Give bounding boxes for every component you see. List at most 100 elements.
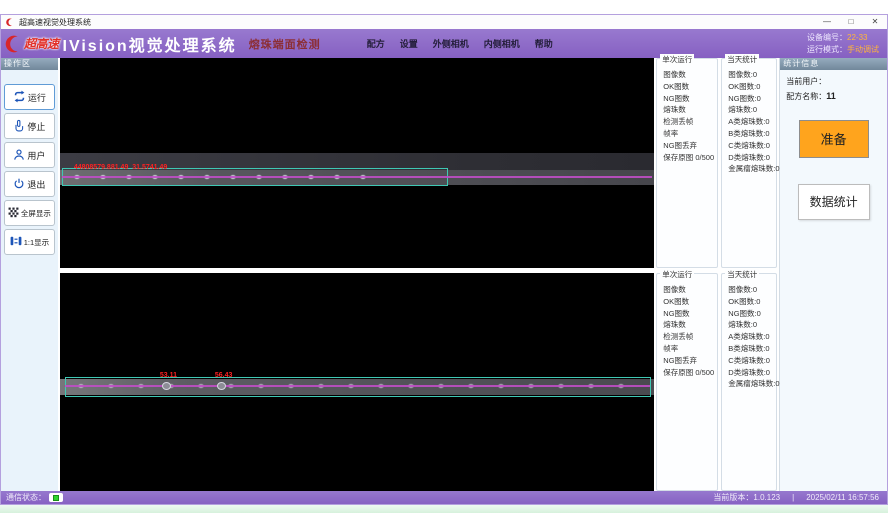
stat-row: 保存原图 0/500 [663, 367, 717, 379]
brand-logo: 超高速 [5, 34, 59, 54]
app-subtitle: 熔珠端面检测 [249, 36, 321, 52]
menu-item-outer-camera[interactable]: 外侧相机 [433, 37, 469, 50]
window-title: 超高速视觉处理系统 [19, 17, 91, 28]
comm-status-indicator [49, 493, 63, 502]
single-run-groupbox: 单次运行图像数OK图数NG图数熔珠数检测丢帧帧率NG图丢弃保存原图 0/500 [656, 273, 718, 491]
stat-row: C类熔珠数:0 [728, 355, 776, 367]
stats-group-camera-1: 单次运行图像数OK图数NG图数熔珠数检测丢帧帧率NG图丢弃保存原图 0/500当… [656, 58, 777, 268]
statusbar-datetime: 2025/02/11 16:57:56 [806, 493, 879, 502]
menu-item-settings[interactable]: 设置 [400, 37, 418, 50]
exit-button[interactable]: 退出 [4, 171, 55, 197]
stat-row: B类熔珠数:0 [728, 343, 776, 355]
sidebar-title: 操作区 [1, 58, 58, 70]
measurement-annotation: 56.43 [215, 372, 233, 379]
stat-row: B类熔珠数:0 [728, 128, 776, 140]
stat-row: A类熔珠数:0 [728, 116, 776, 128]
sidebar-buttons: 运行停止用户退出全屏显示 1:1显示 [1, 70, 58, 255]
run-mode-value: 手动调试 [847, 45, 879, 54]
window-controls: — □ ✕ [815, 15, 887, 29]
stat-row: 熔珠数 [663, 104, 717, 116]
run-mode-label: 运行模式： [807, 45, 847, 54]
info-panel-body: 当前用户： 配方名称：11 准备 数据统计 [780, 70, 887, 225]
device-number-value: 22-33 [847, 33, 867, 42]
stat-row: 保存原图 0/500 [663, 152, 717, 164]
detection-baseline [62, 176, 652, 178]
outer-camera-view[interactable]: 44808579.881.49 31.5741.49 [60, 58, 654, 268]
stat-row: 帧率 [663, 128, 717, 140]
stat-row: 帧率 [663, 343, 717, 355]
stat-row: D类熔珠数:0 [728, 152, 776, 164]
stat-row: NG图数 [663, 93, 717, 105]
taskbar-strip [0, 504, 888, 513]
version-value: 1.0.123 [753, 493, 780, 502]
button-label: 停止 [27, 120, 45, 133]
measurement-annotation: 53.11 [160, 372, 177, 379]
current-user-label: 当前用户： [786, 77, 826, 86]
stats-column: 单次运行图像数OK图数NG图数熔珠数检测丢帧帧率NG图丢弃保存原图 0/500当… [654, 58, 779, 491]
stat-row: D类熔珠数:0 [728, 367, 776, 379]
stat-row: 检测丢帧 [663, 331, 717, 343]
stat-row: OK图数:0 [728, 296, 776, 308]
fullscreen-button[interactable]: 全屏显示 [4, 200, 55, 226]
today-groupbox: 当天统计图像数:0OK图数:0NG图数:0熔珠数:0A类熔珠数:0B类熔珠数:0… [721, 58, 777, 268]
recipe-name-label: 配方名称： [786, 92, 826, 101]
menu-item-help[interactable]: 帮助 [535, 37, 553, 50]
stat-row: 图像数:0 [728, 284, 776, 296]
brand-swoosh-icon [5, 34, 22, 54]
stat-row: 图像数 [663, 284, 717, 296]
detection-roi-rect [65, 377, 651, 397]
minimize-button[interactable]: — [815, 15, 839, 29]
button-label: 用户 [27, 149, 45, 162]
stat-row: 熔珠数:0 [728, 319, 776, 331]
stat-row: OK图数 [663, 81, 717, 93]
comm-status-label: 通信状态： [6, 492, 46, 503]
single-run-groupbox: 单次运行图像数OK图数NG图数熔珠数检测丢帧帧率NG图丢弃保存原图 0/500 [656, 58, 718, 268]
stat-row: 检测丢帧 [663, 116, 717, 128]
stat-row: NG图丢弃 [663, 140, 717, 152]
groupbox-title: 单次运行 [660, 54, 694, 65]
stat-row: C类熔珠数:0 [728, 140, 776, 152]
data-statistics-button[interactable]: 数据统计 [798, 184, 870, 220]
detected-bead-marker [217, 382, 226, 390]
groupbox-title: 当天统计 [725, 54, 759, 65]
power-icon [13, 177, 25, 192]
stat-row: OK图数:0 [728, 81, 776, 93]
stat-row: 金属瘤熔珠数:0 [728, 378, 776, 390]
stat-row: 熔珠数 [663, 319, 717, 331]
brand-text: 超高速 [24, 35, 59, 52]
page-title: IVision视觉处理系统 [63, 32, 237, 56]
statusbar-separator: | [792, 493, 794, 502]
one-to-one-button[interactable]: 1:1显示 [4, 229, 55, 255]
cycle-arrows-icon [13, 90, 26, 105]
stat-row: OK图数 [663, 296, 717, 308]
button-label: 退出 [27, 178, 45, 191]
grid-icon [8, 207, 19, 220]
stat-row: 金属瘤熔珠数:0 [728, 163, 776, 175]
today-groupbox: 当天统计图像数:0OK图数:0NG图数:0熔珠数:0A类熔珠数:0B类熔珠数:0… [721, 273, 777, 491]
app-icon [6, 18, 15, 27]
inner-camera-view[interactable]: 53.11 56.43 [60, 273, 654, 491]
close-button[interactable]: ✕ [863, 15, 887, 29]
version-label: 当前版本： [713, 493, 753, 502]
button-label: 运行 [28, 91, 46, 104]
titlebar: 超高速视觉处理系统 — □ ✕ [1, 15, 887, 29]
device-number-label: 设备编号： [807, 33, 847, 42]
main-area: 操作区 运行停止用户退出全屏显示 1:1显示 44808579.881.49 31… [1, 58, 887, 491]
desktop: 超高速视觉处理系统 — □ ✕ 超高速 IVision视觉处理系统 熔珠端面检测… [0, 0, 888, 522]
menu-item-inner-camera[interactable]: 内侧相机 [484, 37, 520, 50]
detected-bead-marker [162, 382, 171, 390]
user-button[interactable]: 用户 [4, 142, 55, 168]
stop-button[interactable]: 停止 [4, 113, 55, 139]
run-button[interactable]: 运行 [4, 84, 55, 110]
button-label: 全屏显示 [21, 208, 51, 219]
maximize-button[interactable]: □ [839, 15, 863, 29]
stat-row: 图像数 [663, 69, 717, 81]
stat-row: NG图数:0 [728, 308, 776, 320]
stat-row: A类熔珠数:0 [728, 331, 776, 343]
prepare-button[interactable]: 准备 [799, 120, 869, 158]
button-label: 1:1显示 [24, 237, 49, 248]
camera-viewports: 44808579.881.49 31.5741.49 53.11 56.43 [60, 58, 654, 491]
comm-status-green-icon [53, 495, 59, 501]
menu-item-recipe[interactable]: 配方 [367, 37, 385, 50]
menu-bar: 配方 设置 外侧相机 内侧相机 帮助 [367, 37, 553, 50]
